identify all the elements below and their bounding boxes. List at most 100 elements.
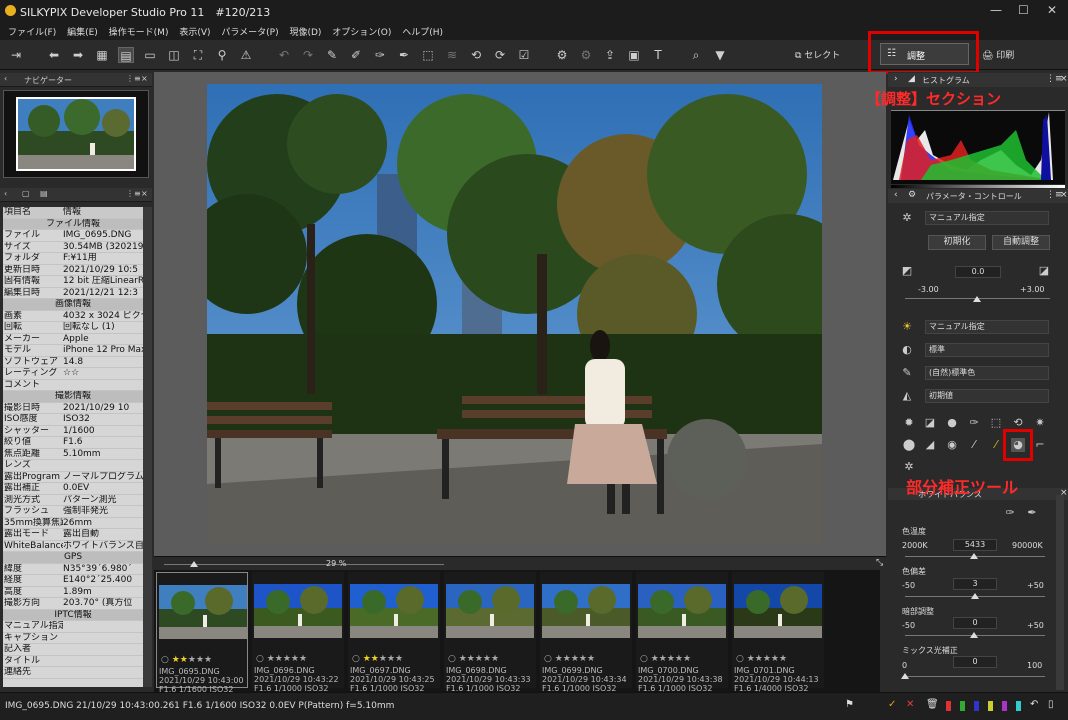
panel-menu-icon[interactable]: ⋮≡ — [126, 74, 141, 83]
temp-slider-knob[interactable] — [970, 553, 978, 559]
exposure-value[interactable]: 0.0 — [955, 266, 1001, 278]
filmstrip-item[interactable]: ○ ★★★★★ IMG_0696.DNG 2021/10/29 10:43:22 F1… — [252, 572, 344, 693]
rotate-right-icon[interactable]: ⟳ — [492, 47, 508, 63]
tool-pen-icon[interactable]: ✑ — [967, 416, 981, 430]
label-red-icon[interactable] — [946, 701, 951, 711]
filmstrip-item[interactable]: ○ ★★★★★ IMG_0695.DNG 2021/10/29 10:43:00 F1… — [156, 572, 248, 694]
rating-stars[interactable]: ○ ★★★★★ — [352, 654, 403, 664]
sharp-select[interactable]: 初期値 — [925, 389, 1049, 403]
transform-icon[interactable]: ⬚ — [420, 47, 436, 63]
close-icon[interactable]: ✕ — [1047, 3, 1057, 17]
menu-file[interactable]: ファイル(F) — [8, 25, 56, 38]
print-tab[interactable]: 🖨 印刷 — [982, 48, 1014, 61]
paste-all-icon[interactable]: ✑ — [372, 47, 388, 63]
check-icon[interactable]: ☑ — [516, 47, 532, 63]
panel-menu-icon[interactable]: ⋮≡ — [126, 189, 141, 198]
tool-rotate-icon[interactable]: ⟲ — [1011, 416, 1025, 430]
exposure-icon[interactable]: ◩ — [900, 264, 914, 278]
tint-value[interactable]: 3 — [953, 578, 997, 590]
label-purple-icon[interactable] — [1002, 701, 1007, 711]
menu-mode[interactable]: 操作モード(M) — [109, 25, 169, 38]
menu-help[interactable]: ヘルプ(H) — [402, 25, 443, 38]
sharp-icon[interactable]: ◭ — [900, 389, 914, 403]
collapse-icon[interactable]: ‹ — [4, 189, 7, 198]
tone-icon[interactable]: ◐ — [900, 343, 914, 357]
wb-picker2-icon[interactable]: ✒ — [1025, 506, 1039, 520]
status-cross-icon[interactable]: ✕ — [906, 699, 914, 710]
temp-value[interactable]: 5433 — [953, 539, 997, 551]
tool-contrast-icon[interactable]: ◪ — [923, 416, 937, 430]
share-icon[interactable]: ⇪ — [602, 47, 618, 63]
menu-view[interactable]: 表示(V) — [179, 25, 210, 38]
mix-slider-knob[interactable] — [901, 673, 909, 679]
filmstrip-scrollbar[interactable] — [880, 570, 888, 692]
tool-sphere-icon[interactable]: ● — [945, 416, 959, 430]
tone-select[interactable]: 標準 — [925, 343, 1049, 357]
filmstrip-item[interactable]: ○ ★★★★★ IMG_0697.DNG 2021/10/29 10:43:25 F1… — [348, 572, 440, 693]
info-scrollbar[interactable] — [143, 207, 152, 687]
label-cyan-icon[interactable] — [1016, 701, 1021, 711]
exposure-slider-knob[interactable] — [973, 296, 981, 302]
compare-view-icon[interactable]: ◫ — [166, 47, 182, 63]
status-delete-icon[interactable]: 🗑 — [926, 699, 939, 710]
develop-icon[interactable]: ⚙ — [554, 47, 570, 63]
gear-icon[interactable]: ✲ — [900, 211, 914, 225]
collapse-icon[interactable]: ‹ — [4, 74, 7, 83]
dark-value[interactable]: 0 — [953, 617, 997, 629]
label-blue-icon[interactable] — [974, 701, 979, 711]
menu-options[interactable]: オプション(O) — [332, 25, 391, 38]
status-flag-icon[interactable]: ⚑ — [845, 699, 854, 710]
status-undo-icon[interactable]: ↶ — [1030, 699, 1038, 710]
wb-picker-icon[interactable]: ✑ — [1003, 506, 1017, 520]
mix-slider-track[interactable] — [905, 676, 1045, 677]
list-icon[interactable]: ▤ — [40, 189, 48, 198]
filmstrip-item[interactable]: ○ ★★★★★ IMG_0700.DNG 2021/10/29 10:43:38 F1… — [636, 572, 728, 693]
rotate-left-icon[interactable]: ⟲ — [468, 47, 484, 63]
filmstrip-item[interactable]: ○ ★★★★★ IMG_0698.DNG 2021/10/29 10:43:33 F1… — [444, 572, 536, 693]
rating-stars[interactable]: ○ ★★★★★ — [161, 655, 212, 665]
label-green-icon[interactable] — [960, 701, 965, 711]
collapse-icon[interactable]: ‹ — [894, 190, 898, 200]
rating-stars[interactable]: ○ ★★★★★ — [640, 654, 691, 664]
fit-icon[interactable]: ⛶ — [190, 47, 206, 63]
main-photo[interactable] — [207, 84, 822, 545]
dark-slider-knob[interactable] — [970, 632, 978, 638]
rating-stars[interactable]: ○ ★★★★★ — [736, 654, 787, 664]
tool-extra-icon[interactable]: ✲ — [902, 460, 916, 474]
menu-edit[interactable]: 編集(E) — [67, 25, 98, 38]
preset-select[interactable]: マニュアル指定 — [925, 211, 1049, 225]
filmstrip-thumbnail[interactable] — [350, 584, 438, 638]
forward-icon[interactable]: ➡ — [70, 47, 86, 63]
filmstrip-item[interactable]: ○ ★★★★★ IMG_0701.DNG 2021/10/29 10:44:13 F1… — [732, 572, 824, 693]
select-tab[interactable]: ⧉ セレクト — [795, 48, 840, 61]
monitor-icon[interactable]: ▣ — [626, 47, 642, 63]
status-page-icon[interactable]: ▯ — [1048, 699, 1054, 710]
tool-wedge-icon[interactable]: ◢ — [923, 438, 937, 452]
zoom-slider-knob[interactable] — [190, 561, 198, 567]
panel-close-icon[interactable]: × — [141, 74, 148, 83]
filmstrip-view-icon[interactable]: ▤ — [118, 47, 134, 63]
grid-view-icon[interactable]: ▦ — [94, 47, 110, 63]
panel-close-icon[interactable]: × — [1060, 190, 1068, 200]
single-view-icon[interactable]: ▭ — [142, 47, 158, 63]
layers-icon[interactable]: ≋ — [444, 47, 460, 63]
navigator-thumbnail[interactable] — [3, 90, 149, 178]
tool-icon[interactable]: T — [650, 47, 666, 63]
tool-drop-icon[interactable]: ⬤ — [902, 438, 916, 452]
color-select[interactable]: (自然)標準色 — [925, 366, 1049, 380]
exposure-auto-icon[interactable]: ◪ — [1037, 264, 1051, 278]
zoom-icon[interactable]: ⚲ — [214, 47, 230, 63]
auto-adjust-button[interactable]: 自動調整 — [992, 235, 1050, 250]
filter-icon[interactable]: ▼ — [712, 47, 728, 63]
batch-icon[interactable]: ⚙ — [578, 47, 594, 63]
tool-brush-icon[interactable]: ⁄ — [967, 438, 981, 452]
tool-crop-icon[interactable]: ⌐ — [1033, 438, 1047, 452]
search-icon[interactable]: ⌕ — [688, 47, 704, 63]
brush-icon[interactable]: ✒ — [396, 47, 412, 63]
status-check-icon[interactable]: ✓ — [888, 699, 896, 710]
paste-icon[interactable]: ✐ — [348, 47, 364, 63]
filmstrip-thumbnail[interactable] — [638, 584, 726, 638]
rating-stars[interactable]: ○ ★★★★★ — [544, 654, 595, 664]
collapse-icon[interactable]: › — [894, 74, 898, 84]
filmstrip-thumbnail[interactable] — [542, 584, 630, 638]
